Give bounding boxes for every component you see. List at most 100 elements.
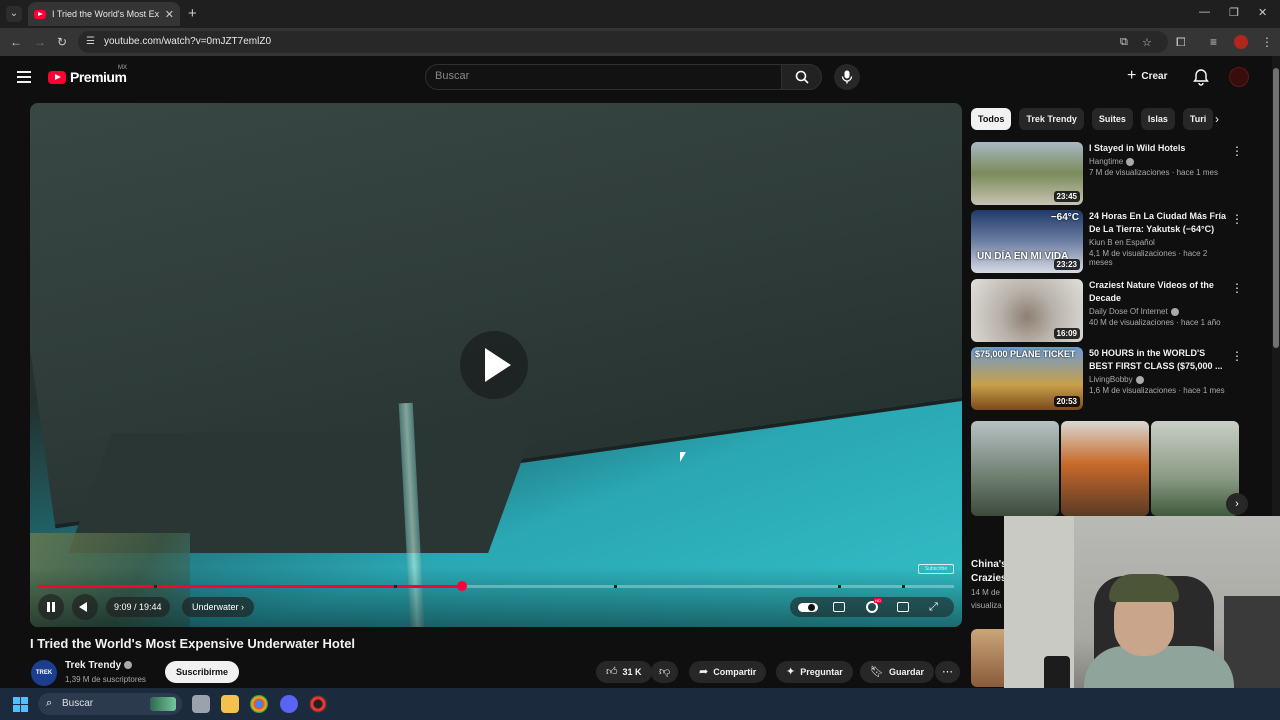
windows-start-icon[interactable] — [13, 697, 28, 712]
back-icon[interactable]: ← — [10, 35, 22, 49]
recommendation-stats: 1,6 M de visualizaciones · hace 1 mes — [1089, 386, 1225, 395]
chip-islas[interactable]: Islas — [1140, 108, 1175, 130]
duration-badge: 20:53 — [1053, 396, 1080, 407]
channel-name-text: Hangtime — [1089, 157, 1124, 166]
recommendation-channel[interactable]: LivingBobby — [1089, 375, 1229, 384]
more-actions-button[interactable]: ⋯ — [935, 661, 960, 683]
channel-name-text: Daily Dose Of Internet — [1089, 307, 1168, 316]
progress-bar[interactable] — [38, 581, 954, 591]
notifications-bell-icon[interactable] — [1192, 68, 1210, 86]
menu-icon[interactable] — [17, 71, 31, 83]
shorts-next-icon[interactable]: › — [1226, 493, 1248, 515]
search-button[interactable] — [781, 64, 822, 90]
video-thumbnail[interactable]: 23:45 — [971, 142, 1083, 205]
browser-menu-icon[interactable]: ⋮ — [1261, 35, 1273, 49]
share-button[interactable]: ➦ Compartir — [689, 661, 767, 683]
chip-turismo[interactable]: Turi — [1182, 108, 1214, 130]
short-thumbnail[interactable] — [1061, 421, 1149, 516]
address-bar[interactable]: ☰ youtube.com/watch?v=0mJZT7emlZ0 ⧉ ☆ — [78, 31, 1168, 53]
video-thumbnail[interactable]: −64°C UN DÍA EN MI VIDA 23:23 — [971, 210, 1083, 273]
browser-tab-bar: ⌄ I Tried the World's Most Expensive Und… — [0, 0, 1280, 28]
new-tab-button[interactable]: + — [188, 5, 197, 22]
minimize-icon[interactable]: — — [1199, 6, 1210, 18]
more-vertical-icon[interactable]: ⋮ — [1231, 281, 1243, 295]
recommendation-item[interactable]: −64°C UN DÍA EN MI VIDA 23:23 24 Horas E… — [971, 210, 1251, 274]
site-info-icon[interactable]: ☰ — [86, 36, 98, 48]
media-control-icon[interactable]: ≡ — [1210, 35, 1217, 49]
recommendation-title[interactable]: Craziest Nature Videos of the Decade — [1089, 279, 1229, 305]
microphone-icon — [841, 70, 853, 84]
short-thumbnail[interactable] — [971, 421, 1059, 516]
like-count: 31 K — [622, 667, 642, 677]
thumbnail-temperature: −64°C — [1050, 212, 1079, 223]
more-vertical-icon[interactable]: ⋮ — [1231, 349, 1243, 363]
search-input[interactable] — [435, 70, 765, 82]
chrome-icon[interactable] — [250, 695, 268, 713]
forward-icon[interactable]: → — [34, 35, 46, 49]
subscribe-button[interactable]: Suscribirme — [165, 661, 240, 683]
chip-trek-trendy[interactable]: Trek Trendy — [1019, 108, 1084, 130]
chapter-button[interactable]: Underwater › — [182, 597, 255, 617]
browser-profile-avatar[interactable] — [1234, 35, 1248, 49]
time-display: 9:09 / 19:44 — [106, 597, 170, 617]
chapter-marker — [614, 585, 617, 588]
volume-button[interactable] — [72, 594, 98, 620]
task-view-icon[interactable] — [192, 695, 210, 713]
recommendation-channel[interactable]: Daily Dose Of Internet — [1089, 307, 1229, 316]
restore-icon[interactable]: ❐ — [1229, 6, 1239, 19]
extensions-icon[interactable]: ⧠ — [1176, 35, 1186, 50]
video-thumbnail[interactable]: 16:09 — [971, 279, 1083, 342]
ask-button[interactable]: ✦ Preguntar — [776, 661, 853, 683]
taskbar-search[interactable]: ⌕ Buscar — [38, 693, 182, 715]
account-avatar[interactable] — [1229, 67, 1249, 87]
sparkle-icon: ✦ — [786, 666, 796, 678]
subtitles-icon[interactable] — [833, 602, 845, 612]
chips-next-icon[interactable]: › — [1215, 112, 1219, 126]
discord-icon[interactable] — [280, 695, 298, 713]
close-window-icon[interactable]: ✕ — [1258, 6, 1267, 19]
save-button[interactable]: 🔖︎ Guardar — [860, 661, 934, 683]
dislike-button[interactable]: 👎︎ — [651, 661, 679, 683]
file-explorer-icon[interactable] — [221, 695, 239, 713]
recommendation-title[interactable]: I Stayed in Wild Hotels — [1089, 142, 1229, 155]
bookmark-icon: 🔖︎ — [870, 666, 884, 678]
tab-search-dropdown-icon[interactable]: ⌄ — [6, 6, 22, 22]
channel-avatar[interactable]: TREK — [31, 660, 57, 686]
chip-todos[interactable]: Todos — [971, 108, 1012, 130]
miniplayer-icon[interactable] — [897, 602, 909, 612]
bookmark-star-icon[interactable]: ☆ — [1142, 36, 1152, 49]
more-vertical-icon[interactable]: ⋮ — [1231, 212, 1243, 226]
fullscreen-icon[interactable]: ⤢ — [929, 601, 938, 614]
install-app-icon[interactable]: ⧉ — [1120, 36, 1128, 49]
channel-name[interactable]: Trek Trendy — [65, 660, 133, 671]
recommendation-title[interactable]: 24 Horas En La Ciudad Más Fría De La Tie… — [1089, 210, 1229, 236]
reload-icon[interactable]: ↻ — [57, 35, 67, 49]
more-vertical-icon[interactable]: ⋮ — [1231, 144, 1243, 158]
recommendation-title[interactable]: 50 HOURS in the WORLD'S BEST FIRST CLASS… — [1089, 347, 1229, 373]
scrollbar-thumb[interactable] — [1273, 68, 1279, 348]
obs-icon[interactable] — [309, 695, 327, 713]
pause-button[interactable] — [38, 594, 64, 620]
chip-suites[interactable]: Suites — [1091, 108, 1133, 130]
thumbs-up-icon: 👍︎ — [606, 666, 618, 678]
recommendation-channel[interactable]: Kiun B en Español — [1089, 238, 1229, 247]
youtube-premium-logo[interactable]: Premium MX — [48, 65, 127, 85]
like-button[interactable]: 👍︎ 31 K — [596, 661, 652, 683]
autoplay-toggle[interactable] — [798, 603, 818, 612]
voice-search-button[interactable] — [834, 64, 860, 90]
recommendation-item[interactable]: 16:09 Craziest Nature Videos of the Deca… — [971, 279, 1251, 343]
recommendation-item[interactable]: 23:45 I Stayed in Wild Hotels Hangtime 7… — [971, 142, 1251, 206]
create-button[interactable]: + Crear — [1127, 67, 1167, 85]
mouse-cursor-icon — [680, 452, 686, 462]
recommendation-channel[interactable]: Hangtime — [1089, 157, 1229, 166]
youtube-favicon-icon — [34, 9, 46, 19]
video-thumbnail[interactable]: $75,000 PLANE TICKET 20:53 — [971, 347, 1083, 410]
close-tab-icon[interactable]: ✕ — [165, 8, 174, 21]
recommendation-item[interactable]: $75,000 PLANE TICKET 20:53 50 HOURS in t… — [971, 347, 1251, 411]
shorts-shelf: › — [971, 421, 1248, 516]
browser-tab[interactable]: I Tried the World's Most Expensive Under… — [28, 2, 180, 26]
large-play-icon[interactable] — [460, 331, 528, 399]
search-icon — [795, 70, 809, 84]
channel-name-text: Trek Trendy — [65, 660, 122, 671]
video-player[interactable]: Subscribe 9:09 / 19:44 Underwater › HD ⤢ — [30, 103, 962, 627]
